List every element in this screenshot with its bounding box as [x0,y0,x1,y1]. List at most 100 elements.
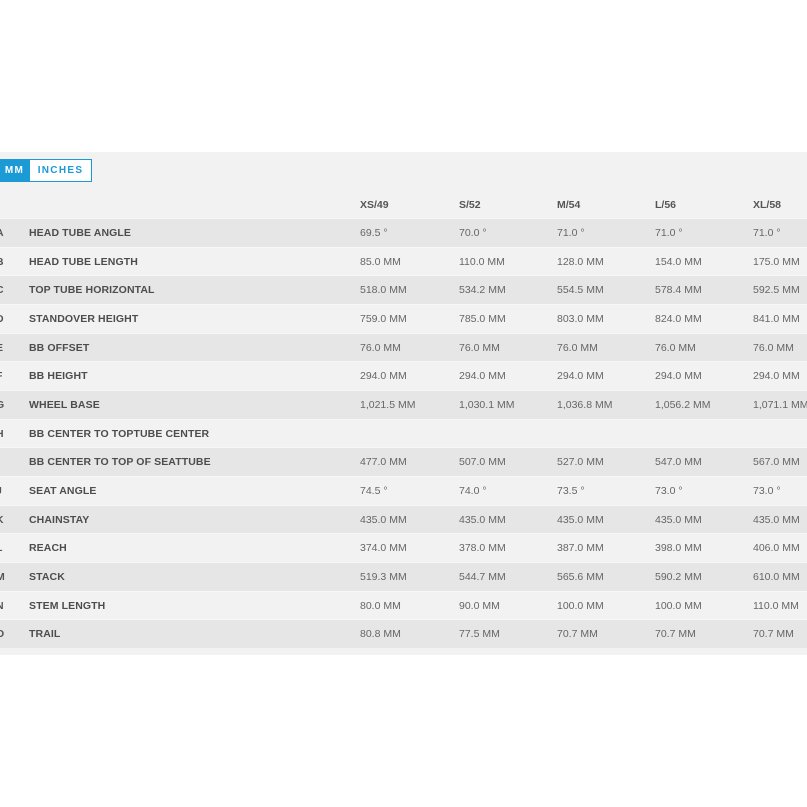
row-value: 841.0 MM [753,312,800,325]
row-letter: E [0,342,3,354]
row-value: 803.0 MM [557,312,604,325]
row-label: STACK [29,570,65,583]
geometry-table: A HEAD TUBE ANGLE 69.5 ° 70.0 ° 71.0 ° 71.0 °… [0,218,807,648]
row-value: 554.5 MM [557,284,604,297]
row-letter: F [0,370,2,382]
table-row: O TRAIL 80.8 MM 77.5 MM 70.7 MM 70.7 MM 70.7 M… [0,619,807,648]
row-value: 435.0 MM [557,513,604,526]
row-value: 110.0 MM [459,255,505,268]
size-header-m: M/54 [557,199,581,211]
row-value: 294.0 MM [753,370,800,383]
row-label: WHEEL BASE [29,398,100,411]
row-value: 435.0 MM [655,513,702,526]
row-value: 294.0 MM [459,370,506,383]
row-value: 565.6 MM [557,570,604,583]
table-row: IBB CENTER TO TOP OF SEATTUBE477.0 MM507… [0,447,807,476]
row-value: 824.0 MM [655,312,702,325]
row-value: 70.7 MM [557,628,598,641]
row-value: 1,021.5 MM [360,398,416,411]
size-header-l: L/56 [655,199,677,211]
row-value: 90.0 MM [459,599,500,612]
row-value: 592.5 MM [753,284,800,297]
row-letter: K [0,514,4,526]
inches-unit-button[interactable]: INCHES [30,160,91,181]
row-value: 76.0 MM [753,341,794,354]
row-value: 785.0 MM [459,312,506,325]
row-value: 175.0 MM [753,255,800,268]
row-value: 435.0 MM [360,513,407,526]
row-value: 85.0 MM [360,255,401,268]
table-row: C TOP TUBE HORIZONTAL 518.0 MM 534.2 MM 554.… [0,275,807,304]
row-value: 1,071.1 MM [753,398,807,411]
row-value: 406.0 MM [753,542,800,555]
table-row: A HEAD TUBE ANGLE 69.5 ° 70.0 ° 71.0 ° 71.0 °… [0,218,807,247]
row-value: 110.0 MM [753,599,799,612]
row-letter: M [0,570,5,583]
row-letter: O [0,628,5,641]
size-header-s: S/52 [459,199,481,211]
row-letter: J [0,485,2,497]
row-value: 80.8 MM [360,628,401,641]
size-header-xs: XS/49 [360,199,389,211]
row-value: 70.0 ° [459,227,487,239]
row-value: 70.7 MM [753,628,794,641]
row-value: 71.0 ° [557,227,585,239]
row-value: 69.5 ° [360,227,388,239]
row-letter: B [0,256,4,268]
row-value: 76.0 MM [557,341,598,354]
row-value: 378.0 MM [459,542,506,555]
row-label: STANDOVER HEIGHT [29,312,139,325]
row-value: 610.0 MM [753,570,800,583]
row-value: 578.4 MM [655,284,702,297]
row-value: 76.0 MM [655,341,696,354]
row-value: 435.0 MM [459,513,506,526]
row-value: 374.0 MM [360,542,407,555]
row-label: BB CENTER TO TOPTUBE CENTER [29,427,210,440]
table-row: E BB OFFSET 76.0 MM 76.0 MM 76.0 MM 76.0 MM 76… [0,332,807,362]
table-row: B HEAD TUBE LENGTH 85.0 MM 110.0 MM 128.0 MM… [0,246,807,276]
row-value: 1,056.2 MM [655,398,711,411]
table-row: K CHAINSTAY 435.0 MM 435.0 MM 435.0 MM 435.0 … [0,504,807,534]
row-value: 477.0 MM [360,456,407,469]
row-label: STEM LENGTH [29,599,106,612]
row-value: 74.0 ° [459,484,487,497]
row-value: 590.2 MM [655,570,702,583]
row-value: 71.0 ° [753,227,781,239]
row-value: 534.2 MM [459,284,506,297]
row-value: 71.0 ° [655,227,683,239]
row-value: 100.0 MM [655,599,702,612]
row-value: 294.0 MM [557,370,604,383]
row-label: HEAD TUBE LENGTH [29,255,138,268]
row-label: BB OFFSET [29,341,90,354]
row-value: 76.0 MM [360,341,401,354]
row-label: CHAINSTAY [29,513,90,526]
row-value: 547.0 MM [655,456,702,469]
row-label: TOP TUBE HORIZONTAL [29,284,155,297]
row-label: SEAT ANGLE [29,484,97,497]
row-value: 100.0 MM [557,599,604,612]
table-row: J SEAT ANGLE 74.5 ° 74.0 ° 73.5 ° 73.0 ° 73.0 … [0,475,807,505]
table-row: G WHEEL BASE 1,021.5 MM 1,030.1 MM 1,036.8 M… [0,389,807,419]
row-value: 387.0 MM [557,542,604,555]
row-value: 128.0 MM [557,255,604,268]
row-value: 74.5 ° [360,484,388,497]
row-value: 73.0 ° [753,484,781,497]
row-value: 73.0 ° [655,484,683,497]
row-label: HEAD TUBE ANGLE [29,227,132,239]
row-value: 76.0 MM [459,341,500,354]
row-value: 73.5 ° [557,484,585,497]
row-value: 77.5 MM [459,628,500,641]
row-label: BB HEIGHT [29,370,88,383]
row-value: 435.0 MM [753,513,800,526]
mm-unit-button[interactable]: MM [0,160,30,181]
row-letter: A [0,227,4,239]
row-value: 80.0 MM [360,599,401,612]
row-letter: C [0,284,4,296]
row-value: 1,036.8 MM [557,398,613,411]
row-value: 70.7 MM [655,628,696,641]
row-label: REACH [29,542,67,555]
size-header-xl: XL/58 [753,199,782,211]
row-value: 527.0 MM [557,456,604,469]
row-value: 398.0 MM [655,542,702,555]
row-label: BB CENTER TO TOP OF SEATTUBE [29,456,211,469]
